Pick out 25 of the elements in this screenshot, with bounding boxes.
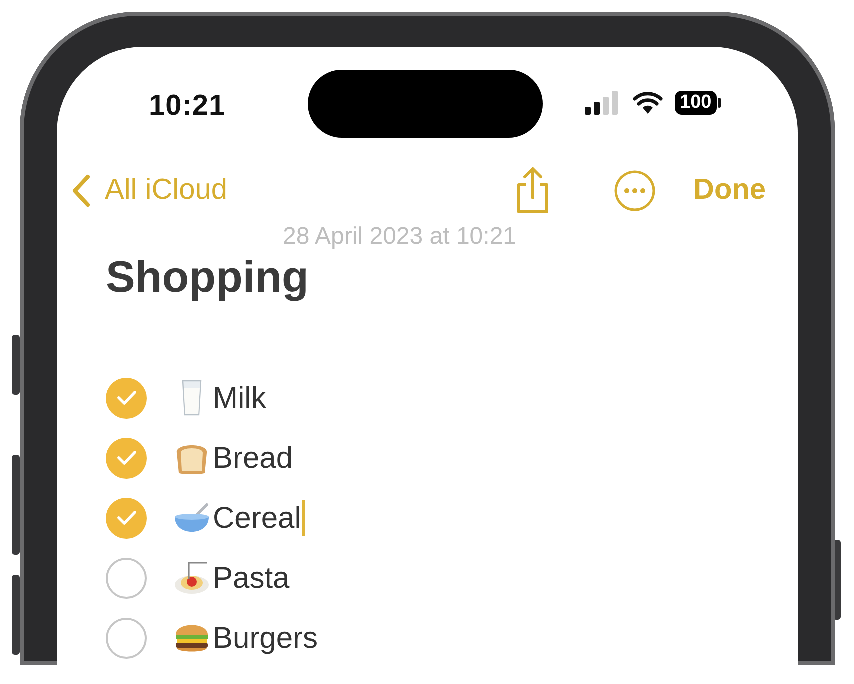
spaghetti-icon <box>173 559 211 597</box>
more-icon[interactable] <box>614 170 656 212</box>
chevron-left-icon <box>71 174 91 208</box>
battery-level: 100 <box>675 91 717 115</box>
checkmark-icon <box>116 450 136 466</box>
item-text: Cereal <box>213 500 302 536</box>
checkbox[interactable] <box>106 438 147 478</box>
status-time: 10:21 <box>149 89 226 124</box>
checkmark-icon <box>116 390 136 406</box>
checkbox[interactable] <box>106 498 147 538</box>
note-date: 28 April 2023 at 10:21 <box>283 222 517 252</box>
checkbox[interactable] <box>106 558 147 598</box>
item-text: Burgers <box>213 620 318 656</box>
done-button[interactable]: Done <box>694 169 766 213</box>
item-text: Pasta <box>213 560 290 596</box>
checkbox[interactable] <box>106 378 147 418</box>
note-title: Shopping <box>106 252 310 304</box>
wifi-icon <box>633 92 663 114</box>
battery-tip-icon <box>716 98 721 108</box>
signal-icon <box>585 91 621 115</box>
checkmark-icon <box>116 510 136 526</box>
back-button[interactable]: All iCloud <box>71 169 228 213</box>
item-text: Milk <box>213 380 266 416</box>
checkbox[interactable] <box>106 618 147 658</box>
item-text: Bread <box>213 440 294 476</box>
